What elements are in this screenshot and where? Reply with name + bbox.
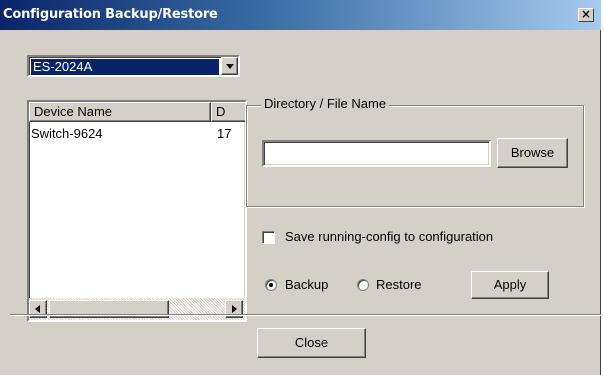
column-header-device-name[interactable]: Device Name: [29, 102, 211, 122]
save-running-config-label[interactable]: Save running-config to configuration: [285, 229, 493, 244]
radio-selected-dot: [269, 283, 273, 287]
title-bar[interactable]: Configuration Backup/Restore ×: [0, 0, 601, 30]
device-select[interactable]: ES-2024A: [27, 55, 240, 77]
directory-group-legend: Directory / File Name: [261, 96, 390, 111]
file-path-input[interactable]: [262, 140, 491, 167]
device-select-dropdown-button[interactable]: [221, 57, 238, 75]
save-running-config-checkbox[interactable]: [262, 231, 275, 244]
browse-button[interactable]: Browse: [497, 138, 568, 168]
close-icon[interactable]: ×: [578, 8, 594, 22]
arrow-left-icon: [35, 305, 40, 313]
column-header-d[interactable]: D: [211, 102, 245, 122]
arrow-right-icon: [232, 305, 237, 313]
dialog-body: ES-2024A Device Name D Switch-9624 17 Di…: [10, 30, 601, 375]
chevron-down-icon: [226, 64, 234, 69]
footer-separator: [10, 314, 601, 316]
backup-radio-label[interactable]: Backup: [285, 277, 328, 292]
device-name-cell[interactable]: Switch-9624: [31, 126, 209, 142]
device-list[interactable]: Device Name D Switch-9624 17: [27, 100, 247, 322]
device-d-cell[interactable]: 17: [211, 126, 245, 142]
apply-button[interactable]: Apply: [471, 271, 549, 299]
backup-radio[interactable]: [265, 279, 277, 291]
device-select-value: ES-2024A: [31, 59, 219, 75]
horizontal-scrollbar[interactable]: [29, 298, 245, 320]
restore-radio[interactable]: [357, 279, 369, 291]
window-title: Configuration Backup/Restore: [3, 7, 218, 22]
restore-radio-label[interactable]: Restore: [376, 277, 422, 292]
config-backup-dialog: Configuration Backup/Restore × ES-2024A …: [0, 0, 601, 375]
close-button[interactable]: Close: [257, 328, 366, 358]
